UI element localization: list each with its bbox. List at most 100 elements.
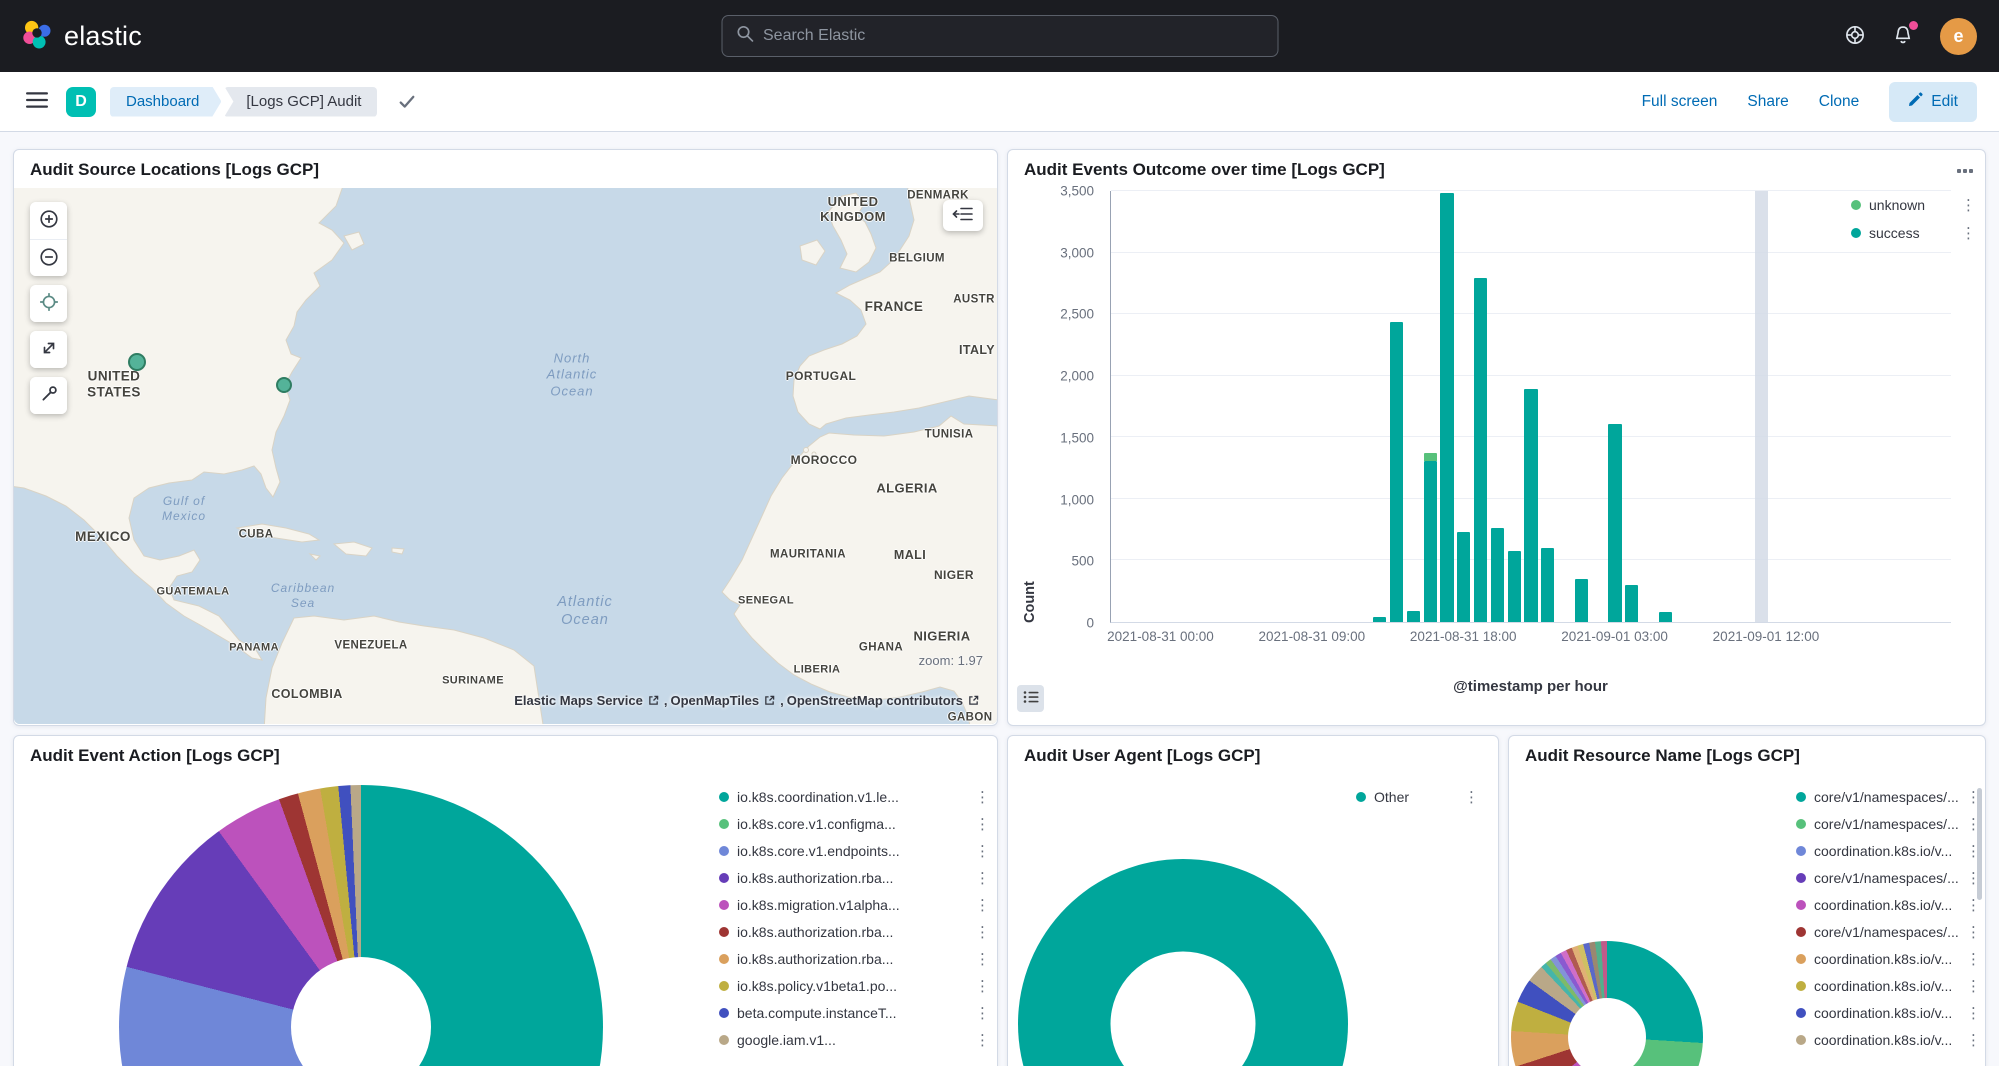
zoom-in-button[interactable]: [30, 202, 67, 239]
bar-unknown[interactable]: [1424, 453, 1437, 460]
legend-item[interactable]: io.k8s.policy.v1beta1.po...⋮: [719, 977, 987, 995]
legend-item[interactable]: io.k8s.authorization.rba...⋮: [719, 923, 987, 941]
bar-success[interactable]: [1390, 322, 1403, 622]
legend-options-icon[interactable]: ⋮: [975, 950, 987, 968]
y-tick-label: 1,500: [1060, 430, 1094, 445]
legend-label: Other: [1374, 789, 1409, 805]
zoom-out-button[interactable]: [30, 239, 67, 276]
y-tick-label: 3,500: [1060, 184, 1094, 199]
legend-item[interactable]: coordination.k8s.io/v...⋮: [1796, 977, 1978, 995]
legend-item[interactable]: io.k8s.authorization.rba...⋮: [719, 869, 987, 887]
attribution-link[interactable]: Elastic Maps Service: [514, 693, 643, 708]
layers-panel-toggle-button[interactable]: [943, 200, 983, 231]
bar-success[interactable]: [1659, 612, 1672, 622]
brand-name: elastic: [64, 21, 142, 52]
legend-options-icon[interactable]: ⋮: [975, 896, 987, 914]
legend-item[interactable]: coordination.k8s.io/v...⋮: [1796, 1031, 1978, 1049]
bar-success[interactable]: [1541, 548, 1554, 622]
legend-item[interactable]: io.k8s.core.v1.endpoints...⋮: [719, 842, 987, 860]
legend-options-icon[interactable]: ⋮: [1966, 1031, 1978, 1049]
legend-options-icon[interactable]: ⋮: [975, 923, 987, 941]
legend-options-icon[interactable]: ⋮: [1464, 788, 1476, 806]
legend-item[interactable]: coordination.k8s.io/v...⋮: [1796, 950, 1978, 968]
bar-success[interactable]: [1625, 585, 1638, 622]
legend-options-icon[interactable]: ⋮: [975, 788, 987, 806]
bar-success[interactable]: [1440, 193, 1453, 622]
bar-success[interactable]: [1524, 389, 1537, 622]
legend-options-icon[interactable]: ⋮: [1966, 950, 1978, 968]
legend-options-icon[interactable]: ⋮: [1961, 196, 1973, 214]
attribution-link[interactable]: OpenStreetMap contributors: [787, 693, 963, 708]
legend-item[interactable]: io.k8s.authorization.rba...⋮: [719, 950, 987, 968]
panel-title: Audit Event Action [Logs GCP]: [14, 736, 997, 774]
map-data-point[interactable]: [276, 377, 292, 393]
legend-scrollbar[interactable]: [1977, 788, 1982, 900]
legend-item[interactable]: success⋮: [1851, 224, 1973, 242]
legend-item[interactable]: coordination.k8s.io/v...⋮: [1796, 896, 1978, 914]
bar-success[interactable]: [1457, 532, 1470, 622]
legend-options-icon[interactable]: ⋮: [975, 1031, 987, 1049]
global-search[interactable]: [721, 15, 1278, 57]
attribution-link[interactable]: OpenMapTiles: [671, 693, 760, 708]
legend-item[interactable]: coordination.k8s.io/v...⋮: [1796, 1004, 1978, 1022]
legend-item[interactable]: io.k8s.coordination.v1.le...⋮: [719, 788, 987, 806]
legend-item[interactable]: coordination.k8s.io/v...⋮: [1796, 842, 1978, 860]
outcome-plot[interactable]: [1110, 191, 1951, 623]
space-badge[interactable]: D: [66, 87, 96, 117]
bar-success[interactable]: [1407, 611, 1420, 622]
map-canvas[interactable]: UNITED KINGDOMDENMARKBELGIUMFRANCEAUSTRI…: [14, 188, 997, 724]
event-action-donut[interactable]: [119, 785, 603, 1066]
legend-item[interactable]: beta.compute.instanceT...⋮: [719, 1004, 987, 1022]
legend-options-icon[interactable]: ⋮: [975, 1004, 987, 1022]
resource-name-donut[interactable]: [1511, 941, 1703, 1066]
legend-options-icon[interactable]: ⋮: [1966, 977, 1978, 995]
legend-options-icon[interactable]: ⋮: [975, 977, 987, 995]
legend-color-dot: [719, 954, 729, 964]
legend-options-icon[interactable]: ⋮: [1961, 224, 1973, 242]
bar-success[interactable]: [1491, 528, 1504, 622]
help-button[interactable]: [1844, 24, 1866, 49]
bar-success[interactable]: [1474, 278, 1487, 622]
legend-options-icon[interactable]: ⋮: [975, 869, 987, 887]
legend-item[interactable]: core/v1/namespaces/...⋮: [1796, 788, 1978, 806]
legend-options-icon[interactable]: ⋮: [1966, 923, 1978, 941]
draw-tools-button[interactable]: [30, 377, 67, 414]
share-button[interactable]: Share: [1747, 93, 1788, 111]
legend-item[interactable]: unknown⋮: [1851, 196, 1973, 214]
clone-button[interactable]: Clone: [1819, 93, 1860, 111]
legend-item[interactable]: core/v1/namespaces/...⋮: [1796, 869, 1978, 887]
bar-success[interactable]: [1424, 461, 1437, 622]
panel-options-button[interactable]: [1957, 162, 1973, 177]
legend-item[interactable]: Other ⋮: [1356, 788, 1476, 806]
user-agent-donut[interactable]: [1018, 859, 1348, 1066]
legend-options-icon[interactable]: ⋮: [1966, 1004, 1978, 1022]
full-screen-button[interactable]: Full screen: [1642, 93, 1718, 111]
legend-options-icon[interactable]: ⋮: [1966, 896, 1978, 914]
legend-toggle-button[interactable]: [1017, 685, 1044, 712]
edit-button[interactable]: Edit: [1889, 82, 1977, 122]
panel-title: Audit User Agent [Logs GCP]: [1008, 736, 1498, 774]
menu-button[interactable]: [22, 87, 52, 116]
legend-options-icon[interactable]: ⋮: [975, 815, 987, 833]
bar-success[interactable]: [1608, 424, 1621, 622]
newsfeed-button[interactable]: [1892, 24, 1914, 49]
expand-map-button[interactable]: [30, 331, 67, 368]
legend-label: core/v1/namespaces/...: [1814, 870, 1959, 886]
legend-item[interactable]: io.k8s.migration.v1alpha...⋮: [719, 896, 987, 914]
legend-options-icon[interactable]: ⋮: [975, 842, 987, 860]
legend-item[interactable]: google.iam.v1...⋮: [719, 1031, 987, 1049]
user-avatar[interactable]: e: [1940, 18, 1977, 55]
search-input[interactable]: [763, 27, 1263, 45]
legend-item[interactable]: io.k8s.core.v1.configma...⋮: [719, 815, 987, 833]
fit-bounds-button[interactable]: [30, 285, 67, 322]
legend-color-dot: [1796, 981, 1806, 991]
legend-item[interactable]: core/v1/namespaces/...⋮: [1796, 815, 1978, 833]
panel-audit-source-locations: Audit Source Locations [Logs GCP]: [13, 149, 998, 726]
map-data-point[interactable]: [128, 353, 146, 371]
bar-success[interactable]: [1575, 579, 1588, 622]
bar-success[interactable]: [1373, 617, 1386, 622]
breadcrumb-dashboard[interactable]: Dashboard: [110, 87, 221, 117]
legend-item[interactable]: core/v1/namespaces/...⋮: [1796, 923, 1978, 941]
brand[interactable]: elastic: [22, 19, 142, 54]
bar-success[interactable]: [1508, 551, 1521, 622]
